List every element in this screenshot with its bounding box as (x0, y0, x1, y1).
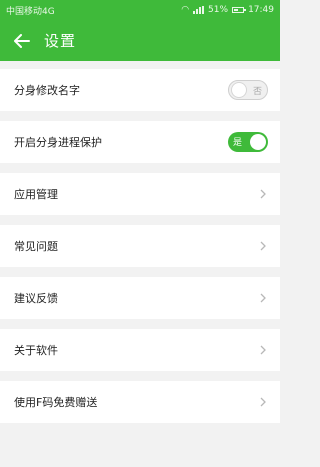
protection-toggle[interactable]: 是 (228, 132, 268, 152)
setting-rename-clone[interactable]: 分身修改名字 否 (0, 69, 280, 111)
back-button[interactable] (0, 20, 44, 61)
arrow-left-icon (14, 33, 30, 48)
setting-label: 应用管理 (14, 188, 58, 201)
settings-list: 分身修改名字 否 开启分身进程保护 是 应用管理 常见问题 建议反馈 关于软件 (0, 61, 280, 423)
setting-label: 关于软件 (14, 344, 58, 357)
setting-f-code-gift[interactable]: 使用F码免费赠送 (0, 381, 280, 423)
clock: 17:49 (248, 5, 274, 15)
setting-app-management[interactable]: 应用管理 (0, 173, 280, 215)
toggle-text: 否 (252, 87, 262, 97)
wifi-icon: ◠ (181, 5, 190, 15)
setting-label: 分身修改名字 (14, 84, 80, 97)
toggle-knob (250, 134, 266, 150)
chevron-right-icon (258, 291, 268, 305)
carrier-label: 中国移动4G (6, 6, 55, 17)
setting-faq[interactable]: 常见问题 (0, 225, 280, 267)
setting-label: 建议反馈 (14, 292, 58, 305)
status-bar: 中国移动4G ◠ 51% 17:49 (0, 0, 280, 20)
setting-process-protection[interactable]: 开启分身进程保护 是 (0, 121, 280, 163)
toggle-text: 是 (233, 138, 243, 148)
battery-percent: 51% (208, 5, 229, 15)
chevron-right-icon (258, 395, 268, 409)
status-icons: ◠ 51% 17:49 (181, 5, 274, 15)
setting-feedback[interactable]: 建议反馈 (0, 277, 280, 319)
app-bar: 设置 (0, 20, 280, 61)
rename-toggle[interactable]: 否 (228, 80, 268, 100)
chevron-right-icon (258, 187, 268, 201)
signal-icon (193, 6, 205, 14)
page-title: 设置 (44, 32, 77, 50)
setting-label: 使用F码免费赠送 (14, 396, 98, 409)
battery-icon (232, 7, 247, 13)
setting-about[interactable]: 关于软件 (0, 329, 280, 371)
toggle-knob (231, 82, 247, 98)
chevron-right-icon (258, 343, 268, 357)
chevron-right-icon (258, 239, 268, 253)
setting-label: 常见问题 (14, 240, 58, 253)
setting-label: 开启分身进程保护 (14, 136, 102, 149)
